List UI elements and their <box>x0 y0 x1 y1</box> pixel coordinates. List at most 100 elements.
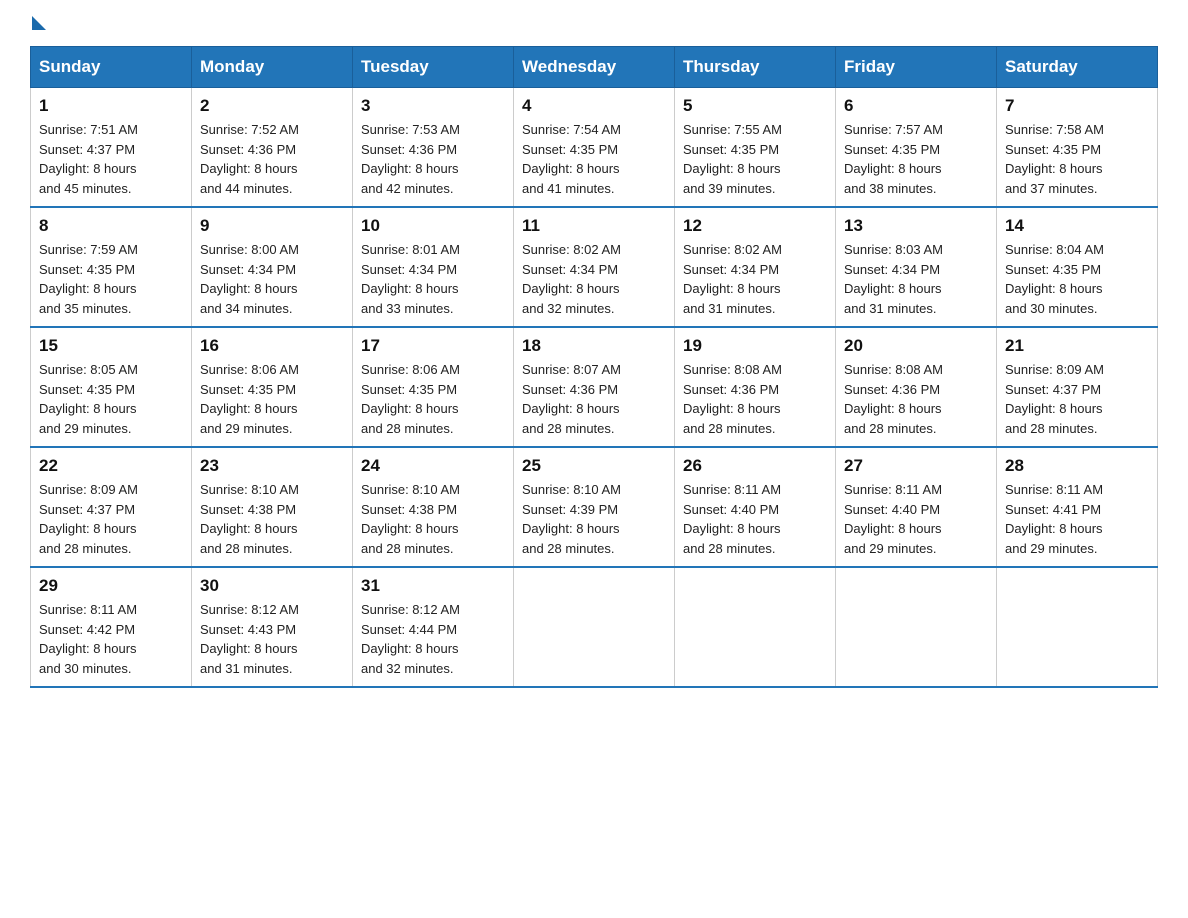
day-number: 19 <box>683 336 827 356</box>
day-info: Sunrise: 7:54 AMSunset: 4:35 PMDaylight:… <box>522 122 621 196</box>
day-info: Sunrise: 8:10 AMSunset: 4:39 PMDaylight:… <box>522 482 621 556</box>
calendar-cell: 20 Sunrise: 8:08 AMSunset: 4:36 PMDaylig… <box>836 327 997 447</box>
header <box>30 20 1158 30</box>
calendar-cell: 7 Sunrise: 7:58 AMSunset: 4:35 PMDayligh… <box>997 88 1158 208</box>
day-info: Sunrise: 8:03 AMSunset: 4:34 PMDaylight:… <box>844 242 943 316</box>
weekday-header-wednesday: Wednesday <box>514 47 675 88</box>
day-info: Sunrise: 8:09 AMSunset: 4:37 PMDaylight:… <box>39 482 138 556</box>
calendar-cell <box>997 567 1158 687</box>
day-number: 29 <box>39 576 183 596</box>
day-info: Sunrise: 8:01 AMSunset: 4:34 PMDaylight:… <box>361 242 460 316</box>
day-number: 1 <box>39 96 183 116</box>
calendar-cell: 5 Sunrise: 7:55 AMSunset: 4:35 PMDayligh… <box>675 88 836 208</box>
day-info: Sunrise: 8:10 AMSunset: 4:38 PMDaylight:… <box>200 482 299 556</box>
calendar-cell: 3 Sunrise: 7:53 AMSunset: 4:36 PMDayligh… <box>353 88 514 208</box>
day-number: 3 <box>361 96 505 116</box>
calendar-week-row: 29 Sunrise: 8:11 AMSunset: 4:42 PMDaylig… <box>31 567 1158 687</box>
weekday-header-friday: Friday <box>836 47 997 88</box>
calendar-cell: 31 Sunrise: 8:12 AMSunset: 4:44 PMDaylig… <box>353 567 514 687</box>
calendar-cell: 18 Sunrise: 8:07 AMSunset: 4:36 PMDaylig… <box>514 327 675 447</box>
day-number: 30 <box>200 576 344 596</box>
calendar-cell: 9 Sunrise: 8:00 AMSunset: 4:34 PMDayligh… <box>192 207 353 327</box>
calendar-cell: 4 Sunrise: 7:54 AMSunset: 4:35 PMDayligh… <box>514 88 675 208</box>
calendar-cell: 28 Sunrise: 8:11 AMSunset: 4:41 PMDaylig… <box>997 447 1158 567</box>
day-number: 28 <box>1005 456 1149 476</box>
calendar-cell: 11 Sunrise: 8:02 AMSunset: 4:34 PMDaylig… <box>514 207 675 327</box>
day-number: 27 <box>844 456 988 476</box>
day-info: Sunrise: 8:12 AMSunset: 4:44 PMDaylight:… <box>361 602 460 676</box>
calendar-cell <box>514 567 675 687</box>
day-info: Sunrise: 8:08 AMSunset: 4:36 PMDaylight:… <box>683 362 782 436</box>
calendar-cell: 10 Sunrise: 8:01 AMSunset: 4:34 PMDaylig… <box>353 207 514 327</box>
logo <box>30 20 46 30</box>
day-number: 26 <box>683 456 827 476</box>
day-number: 14 <box>1005 216 1149 236</box>
calendar-header-row: SundayMondayTuesdayWednesdayThursdayFrid… <box>31 47 1158 88</box>
calendar-cell <box>675 567 836 687</box>
day-info: Sunrise: 8:02 AMSunset: 4:34 PMDaylight:… <box>522 242 621 316</box>
day-number: 24 <box>361 456 505 476</box>
day-info: Sunrise: 7:59 AMSunset: 4:35 PMDaylight:… <box>39 242 138 316</box>
day-info: Sunrise: 7:52 AMSunset: 4:36 PMDaylight:… <box>200 122 299 196</box>
calendar-cell: 12 Sunrise: 8:02 AMSunset: 4:34 PMDaylig… <box>675 207 836 327</box>
day-number: 10 <box>361 216 505 236</box>
day-info: Sunrise: 8:05 AMSunset: 4:35 PMDaylight:… <box>39 362 138 436</box>
day-info: Sunrise: 7:51 AMSunset: 4:37 PMDaylight:… <box>39 122 138 196</box>
day-info: Sunrise: 8:07 AMSunset: 4:36 PMDaylight:… <box>522 362 621 436</box>
day-number: 21 <box>1005 336 1149 356</box>
calendar-cell: 24 Sunrise: 8:10 AMSunset: 4:38 PMDaylig… <box>353 447 514 567</box>
day-number: 22 <box>39 456 183 476</box>
day-info: Sunrise: 8:11 AMSunset: 4:41 PMDaylight:… <box>1005 482 1103 556</box>
day-info: Sunrise: 8:02 AMSunset: 4:34 PMDaylight:… <box>683 242 782 316</box>
day-info: Sunrise: 8:08 AMSunset: 4:36 PMDaylight:… <box>844 362 943 436</box>
day-number: 6 <box>844 96 988 116</box>
day-number: 17 <box>361 336 505 356</box>
calendar-cell: 21 Sunrise: 8:09 AMSunset: 4:37 PMDaylig… <box>997 327 1158 447</box>
calendar-cell: 19 Sunrise: 8:08 AMSunset: 4:36 PMDaylig… <box>675 327 836 447</box>
day-info: Sunrise: 8:11 AMSunset: 4:40 PMDaylight:… <box>683 482 781 556</box>
day-number: 9 <box>200 216 344 236</box>
day-info: Sunrise: 8:04 AMSunset: 4:35 PMDaylight:… <box>1005 242 1104 316</box>
day-info: Sunrise: 8:09 AMSunset: 4:37 PMDaylight:… <box>1005 362 1104 436</box>
calendar-cell: 8 Sunrise: 7:59 AMSunset: 4:35 PMDayligh… <box>31 207 192 327</box>
day-number: 20 <box>844 336 988 356</box>
calendar-cell: 13 Sunrise: 8:03 AMSunset: 4:34 PMDaylig… <box>836 207 997 327</box>
calendar-week-row: 1 Sunrise: 7:51 AMSunset: 4:37 PMDayligh… <box>31 88 1158 208</box>
day-info: Sunrise: 8:06 AMSunset: 4:35 PMDaylight:… <box>200 362 299 436</box>
day-number: 31 <box>361 576 505 596</box>
day-info: Sunrise: 7:55 AMSunset: 4:35 PMDaylight:… <box>683 122 782 196</box>
day-info: Sunrise: 8:00 AMSunset: 4:34 PMDaylight:… <box>200 242 299 316</box>
calendar-table: SundayMondayTuesdayWednesdayThursdayFrid… <box>30 46 1158 688</box>
day-info: Sunrise: 7:57 AMSunset: 4:35 PMDaylight:… <box>844 122 943 196</box>
day-number: 11 <box>522 216 666 236</box>
logo-triangle-icon <box>32 16 46 30</box>
calendar-cell: 23 Sunrise: 8:10 AMSunset: 4:38 PMDaylig… <box>192 447 353 567</box>
day-number: 7 <box>1005 96 1149 116</box>
weekday-header-tuesday: Tuesday <box>353 47 514 88</box>
calendar-cell: 26 Sunrise: 8:11 AMSunset: 4:40 PMDaylig… <box>675 447 836 567</box>
day-number: 13 <box>844 216 988 236</box>
day-number: 23 <box>200 456 344 476</box>
weekday-header-monday: Monday <box>192 47 353 88</box>
calendar-cell <box>836 567 997 687</box>
calendar-cell: 1 Sunrise: 7:51 AMSunset: 4:37 PMDayligh… <box>31 88 192 208</box>
calendar-cell: 14 Sunrise: 8:04 AMSunset: 4:35 PMDaylig… <box>997 207 1158 327</box>
calendar-cell: 27 Sunrise: 8:11 AMSunset: 4:40 PMDaylig… <box>836 447 997 567</box>
weekday-header-thursday: Thursday <box>675 47 836 88</box>
day-number: 18 <box>522 336 666 356</box>
day-info: Sunrise: 7:53 AMSunset: 4:36 PMDaylight:… <box>361 122 460 196</box>
calendar-cell: 25 Sunrise: 8:10 AMSunset: 4:39 PMDaylig… <box>514 447 675 567</box>
calendar-cell: 29 Sunrise: 8:11 AMSunset: 4:42 PMDaylig… <box>31 567 192 687</box>
day-number: 25 <box>522 456 666 476</box>
day-number: 5 <box>683 96 827 116</box>
day-info: Sunrise: 8:11 AMSunset: 4:42 PMDaylight:… <box>39 602 137 676</box>
day-info: Sunrise: 8:10 AMSunset: 4:38 PMDaylight:… <box>361 482 460 556</box>
day-number: 2 <box>200 96 344 116</box>
calendar-cell: 15 Sunrise: 8:05 AMSunset: 4:35 PMDaylig… <box>31 327 192 447</box>
day-number: 4 <box>522 96 666 116</box>
weekday-header-sunday: Sunday <box>31 47 192 88</box>
day-number: 12 <box>683 216 827 236</box>
day-info: Sunrise: 8:12 AMSunset: 4:43 PMDaylight:… <box>200 602 299 676</box>
day-info: Sunrise: 8:06 AMSunset: 4:35 PMDaylight:… <box>361 362 460 436</box>
day-number: 15 <box>39 336 183 356</box>
